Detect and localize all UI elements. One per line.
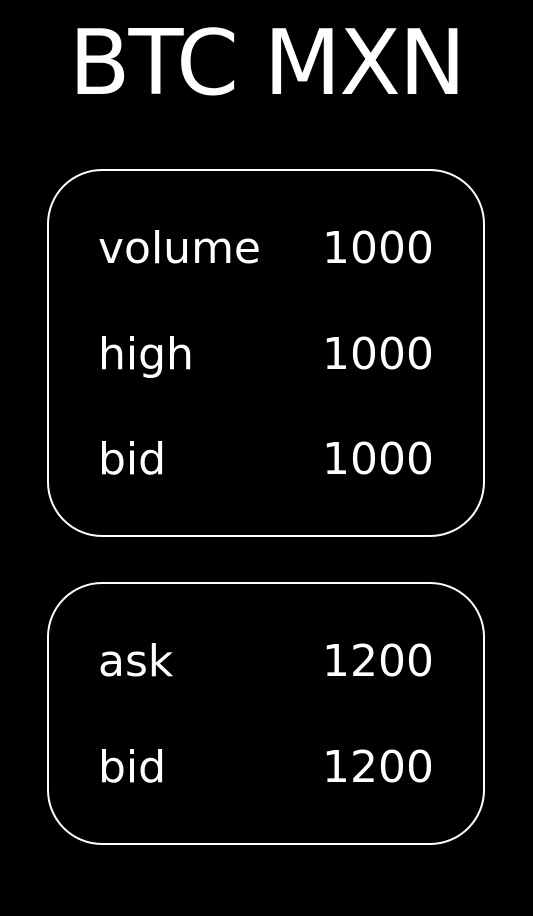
orderbook-row-bid: bid 1200 — [49, 738, 483, 798]
row-label: bid — [98, 434, 167, 485]
row-value: 1000 — [322, 329, 434, 380]
row-value: 1000 — [322, 434, 434, 485]
row-value: 1000 — [322, 223, 434, 274]
row-value: 1200 — [322, 742, 434, 793]
page-title: BTC MXN — [68, 11, 467, 116]
orderbook-row-ask: ask 1200 — [49, 632, 483, 692]
row-label: bid — [98, 742, 167, 793]
ticker-row-high: high 1000 — [49, 325, 483, 385]
row-label: high — [98, 329, 194, 380]
ticker-row-bid: bid 1000 — [49, 430, 483, 490]
ticker-row-volume: volume 1000 — [49, 219, 483, 279]
ticker-card: volume 1000 high 1000 bid 1000 — [47, 169, 485, 537]
row-label: ask — [98, 636, 174, 687]
row-value: 1200 — [322, 636, 434, 687]
orderbook-card: ask 1200 bid 1200 — [47, 582, 485, 845]
row-label: volume — [98, 223, 262, 274]
